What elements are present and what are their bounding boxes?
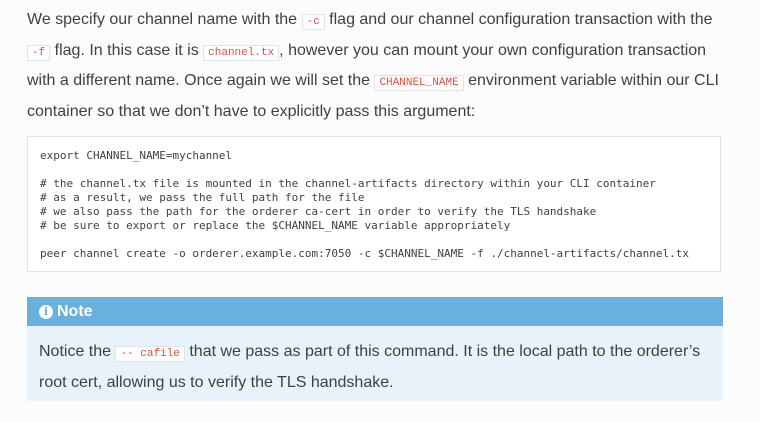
inline-code-channel-tx: channel.tx	[203, 44, 280, 61]
inline-code-channel-name: CHANNEL_NAME	[374, 75, 464, 91]
note-header: i Note	[27, 297, 723, 326]
inline-code-f-flag: -f	[27, 44, 51, 61]
paragraph-text: flag. In this case it is	[50, 41, 204, 59]
code-block-content[interactable]: export CHANNEL_NAME=mychannel # the chan…	[40, 149, 708, 261]
paragraph-text: We specify our channel name with the	[27, 11, 302, 28]
info-icon: i	[39, 304, 53, 319]
note-title: Note	[57, 303, 93, 320]
intro-paragraph: We specify our channel name with the -c …	[27, 6, 737, 125]
inline-code-c-flag: -c	[301, 14, 325, 30]
note-body: Notice the -- cafile that we pass as par…	[27, 326, 723, 396]
note-text: Notice the	[39, 343, 116, 360]
paragraph-text: flag and our channel configuration trans…	[324, 11, 713, 28]
code-block[interactable]: export CHANNEL_NAME=mychannel # the chan…	[27, 136, 721, 272]
note-admonition: i Note Notice the -- cafile that we pass…	[27, 297, 723, 401]
inline-code-cafile: -- cafile	[115, 346, 185, 362]
